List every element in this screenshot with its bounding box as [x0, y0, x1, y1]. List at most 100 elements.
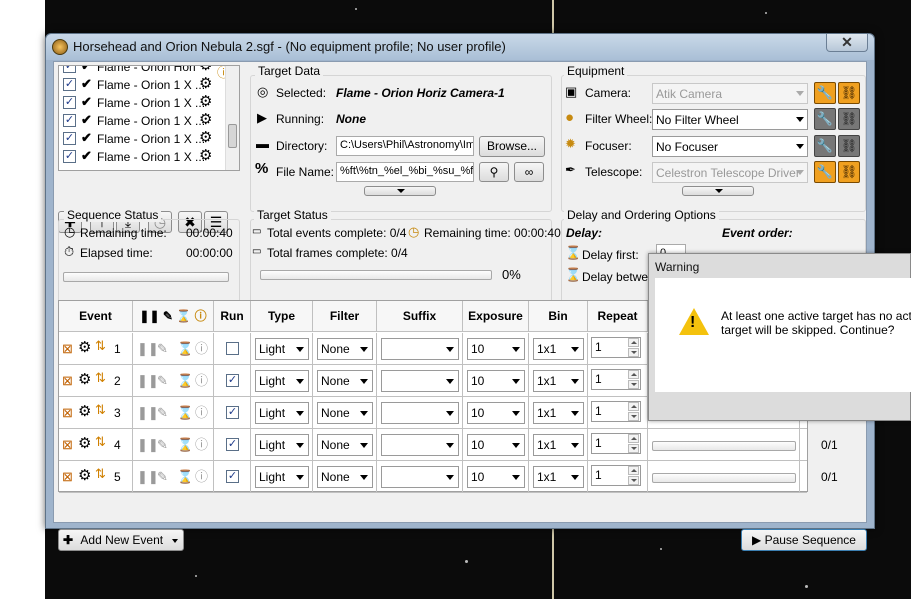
repeat-stepper[interactable]: 1 — [591, 433, 641, 454]
type-select[interactable]: Light — [255, 338, 309, 360]
reorder-arrows-icon[interactable]: ⇅ — [95, 435, 106, 449]
target-checkbox[interactable]: ✓ — [63, 114, 76, 127]
filter-select[interactable]: None — [317, 402, 373, 424]
target-list-item[interactable]: ✓ ✔ Flame - Orion 1 X ... ⚙ — [59, 130, 224, 148]
exposure-select[interactable]: 10 — [467, 434, 525, 456]
gear-icon[interactable]: ⚙ — [78, 468, 91, 483]
warning-dialog[interactable]: Warning ! At least one active target has… — [648, 253, 911, 421]
reorder-arrows-icon[interactable]: ⇅ — [95, 339, 106, 353]
reorder-arrows-icon[interactable]: ⇅ — [95, 467, 106, 481]
hourglass-icon[interactable]: ⌛ — [177, 470, 193, 484]
exposure-select[interactable]: 10 — [467, 370, 525, 392]
stepper-down[interactable] — [628, 444, 639, 453]
exposure-select[interactable]: 10 — [467, 402, 525, 424]
run-checkbox[interactable]: ✓ — [226, 438, 239, 451]
event-row[interactable]: ⊠ ⚙ ⇅ 5 ❚❚ ✎ ⌛ ⓘ ✓ Light None 10 1x1 1 0/1 — [59, 461, 838, 493]
brush-icon[interactable]: ✎ — [157, 342, 168, 356]
type-select[interactable]: Light — [255, 434, 309, 456]
type-select[interactable]: Light — [255, 466, 309, 488]
telescope-wrench-icon[interactable]: 🔧 — [814, 161, 836, 183]
col-header-filter[interactable]: Filter — [313, 301, 377, 332]
stepper-up[interactable] — [628, 434, 639, 443]
telescope-link-icon[interactable]: ⛓ — [838, 161, 860, 183]
target-list-scrollbar[interactable] — [225, 66, 239, 170]
stepper-down[interactable] — [628, 348, 639, 357]
gear-icon[interactable]: ⚙ — [199, 76, 212, 91]
hourglass-icon[interactable]: ⌛ — [177, 406, 193, 420]
type-select[interactable]: Light — [255, 370, 309, 392]
bin-select[interactable]: 1x1 — [533, 338, 584, 360]
add-new-event-button[interactable]: ✚ Add New Event — [58, 529, 184, 551]
target-data-expand-button[interactable] — [364, 186, 436, 196]
target-list-item[interactable]: ✓ ✔ Flame - Orion 1 X ... ⚙ — [59, 76, 224, 94]
reorder-arrows-icon[interactable]: ⇅ — [95, 371, 106, 385]
reorder-arrows-icon[interactable]: ⇅ — [95, 403, 106, 417]
telescope-select[interactable]: Celestron Telescope Driver — [652, 162, 808, 183]
scrollbar-thumb[interactable] — [228, 124, 237, 148]
col-header-bin[interactable]: Bin — [529, 301, 588, 332]
col-header-type[interactable]: Type — [251, 301, 313, 332]
target-list[interactable]: ✓ ✔ Flame - Orion Hori ⚙ ✓ ✔ Flame - Orion 1 X… — [58, 65, 240, 171]
target-list-item[interactable]: ✓ ✔ Flame - Orion 1 X ... ⚙ — [59, 94, 224, 112]
filter-wheel-link-icon[interactable]: ⛓ — [838, 108, 860, 130]
suffix-select[interactable] — [381, 370, 459, 392]
hourglass-icon[interactable]: ⌛ — [177, 438, 193, 452]
gear-icon[interactable]: ⚙ — [199, 112, 212, 127]
exposure-select[interactable]: 10 — [467, 338, 525, 360]
suffix-select[interactable] — [381, 434, 459, 456]
pause-icon[interactable]: ❚❚ — [137, 470, 159, 484]
pause-icon[interactable]: ❚❚ — [137, 406, 159, 420]
target-checkbox[interactable]: ✓ — [63, 150, 76, 163]
gear-icon[interactable]: ⚙ — [199, 148, 212, 163]
target-list-item[interactable]: ✓ ✔ Flame - Orion 1 X ... ⚙ — [59, 112, 224, 130]
filter-select[interactable]: None — [317, 466, 373, 488]
camera-select[interactable]: Atik Camera — [652, 83, 808, 104]
filename-tool-button[interactable]: ⚲ — [479, 162, 509, 182]
type-select[interactable]: Light — [255, 402, 309, 424]
bin-select[interactable]: 1x1 — [533, 466, 584, 488]
run-checkbox[interactable] — [226, 342, 239, 355]
col-header-run[interactable]: Run — [214, 301, 251, 332]
col-header-repeat[interactable]: Repeat — [588, 301, 648, 332]
stepper-down[interactable] — [628, 380, 639, 389]
suffix-select[interactable] — [381, 466, 459, 488]
suffix-select[interactable] — [381, 338, 459, 360]
stepper-up[interactable] — [628, 370, 639, 379]
remove-event-icon[interactable]: ⊠ — [62, 406, 73, 420]
gear-icon[interactable]: ⚙ — [78, 404, 91, 419]
pause-icon[interactable]: ❚❚ — [137, 438, 159, 452]
run-checkbox[interactable]: ✓ — [226, 374, 239, 387]
brush-icon[interactable]: ✎ — [157, 374, 168, 388]
close-button[interactable]: ✕ — [826, 34, 868, 52]
target-checkbox[interactable]: ✓ — [63, 132, 76, 145]
remove-event-icon[interactable]: ⊠ — [62, 470, 73, 484]
pause-icon[interactable]: ❚❚ — [137, 342, 159, 356]
bin-select[interactable]: 1x1 — [533, 370, 584, 392]
stepper-up[interactable] — [628, 402, 639, 411]
gear-icon[interactable]: ⚙ — [78, 340, 91, 355]
filter-wheel-select[interactable]: No Filter Wheel — [652, 109, 808, 130]
browse-button[interactable]: Browse... — [479, 136, 545, 157]
brush-icon[interactable]: ✎ — [157, 470, 168, 484]
stepper-up[interactable] — [628, 338, 639, 347]
equipment-expand-button[interactable] — [682, 186, 754, 196]
target-list-item[interactable]: ✓ ✔ Flame - Orion 1 X ... ⚙ — [59, 148, 224, 166]
brush-icon[interactable]: ✎ — [157, 438, 168, 452]
directory-field[interactable]: C:\Users\Phil\Astronomy\Ima — [336, 136, 474, 156]
hourglass-icon[interactable]: ⌛ — [177, 342, 193, 356]
col-header-suffix[interactable]: Suffix — [377, 301, 463, 332]
bin-select[interactable]: 1x1 — [533, 402, 584, 424]
exposure-select[interactable]: 10 — [467, 466, 525, 488]
bin-select[interactable]: 1x1 — [533, 434, 584, 456]
suffix-select[interactable] — [381, 402, 459, 424]
repeat-stepper[interactable]: 1 — [591, 401, 641, 422]
focuser-link-icon[interactable]: ⛓ — [838, 135, 860, 157]
col-header-exposure[interactable]: Exposure — [463, 301, 529, 332]
run-checkbox[interactable]: ✓ — [226, 406, 239, 419]
stepper-down[interactable] — [628, 412, 639, 421]
remove-event-icon[interactable]: ⊠ — [62, 374, 73, 388]
focuser-select[interactable]: No Focuser — [652, 136, 808, 157]
camera-connect-link-icon[interactable]: ⛓ — [838, 82, 860, 104]
filename-preview-button[interactable]: ∞ — [514, 162, 544, 182]
remove-event-icon[interactable]: ⊠ — [62, 438, 73, 452]
